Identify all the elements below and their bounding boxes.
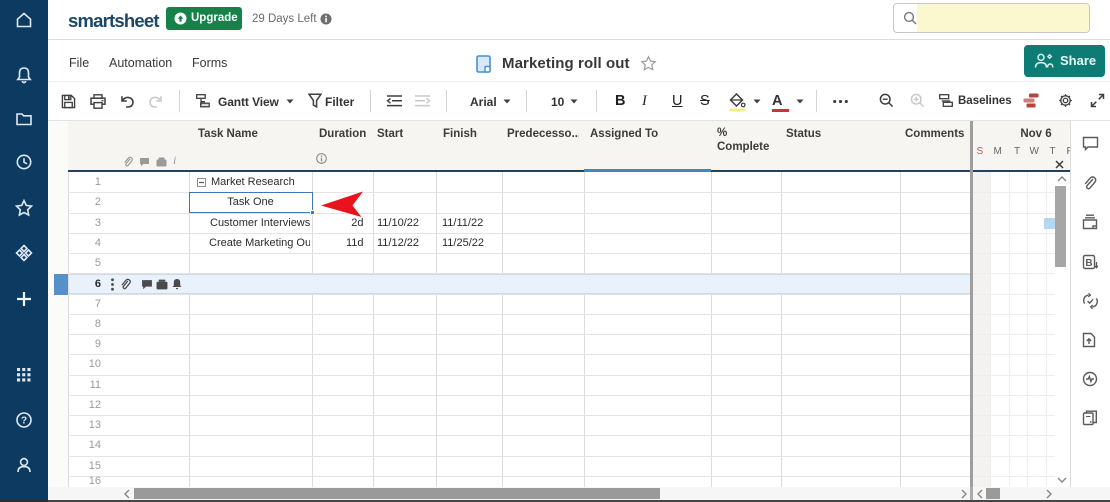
- svg-text:B: B: [1085, 258, 1092, 269]
- svg-text:?: ?: [21, 416, 27, 427]
